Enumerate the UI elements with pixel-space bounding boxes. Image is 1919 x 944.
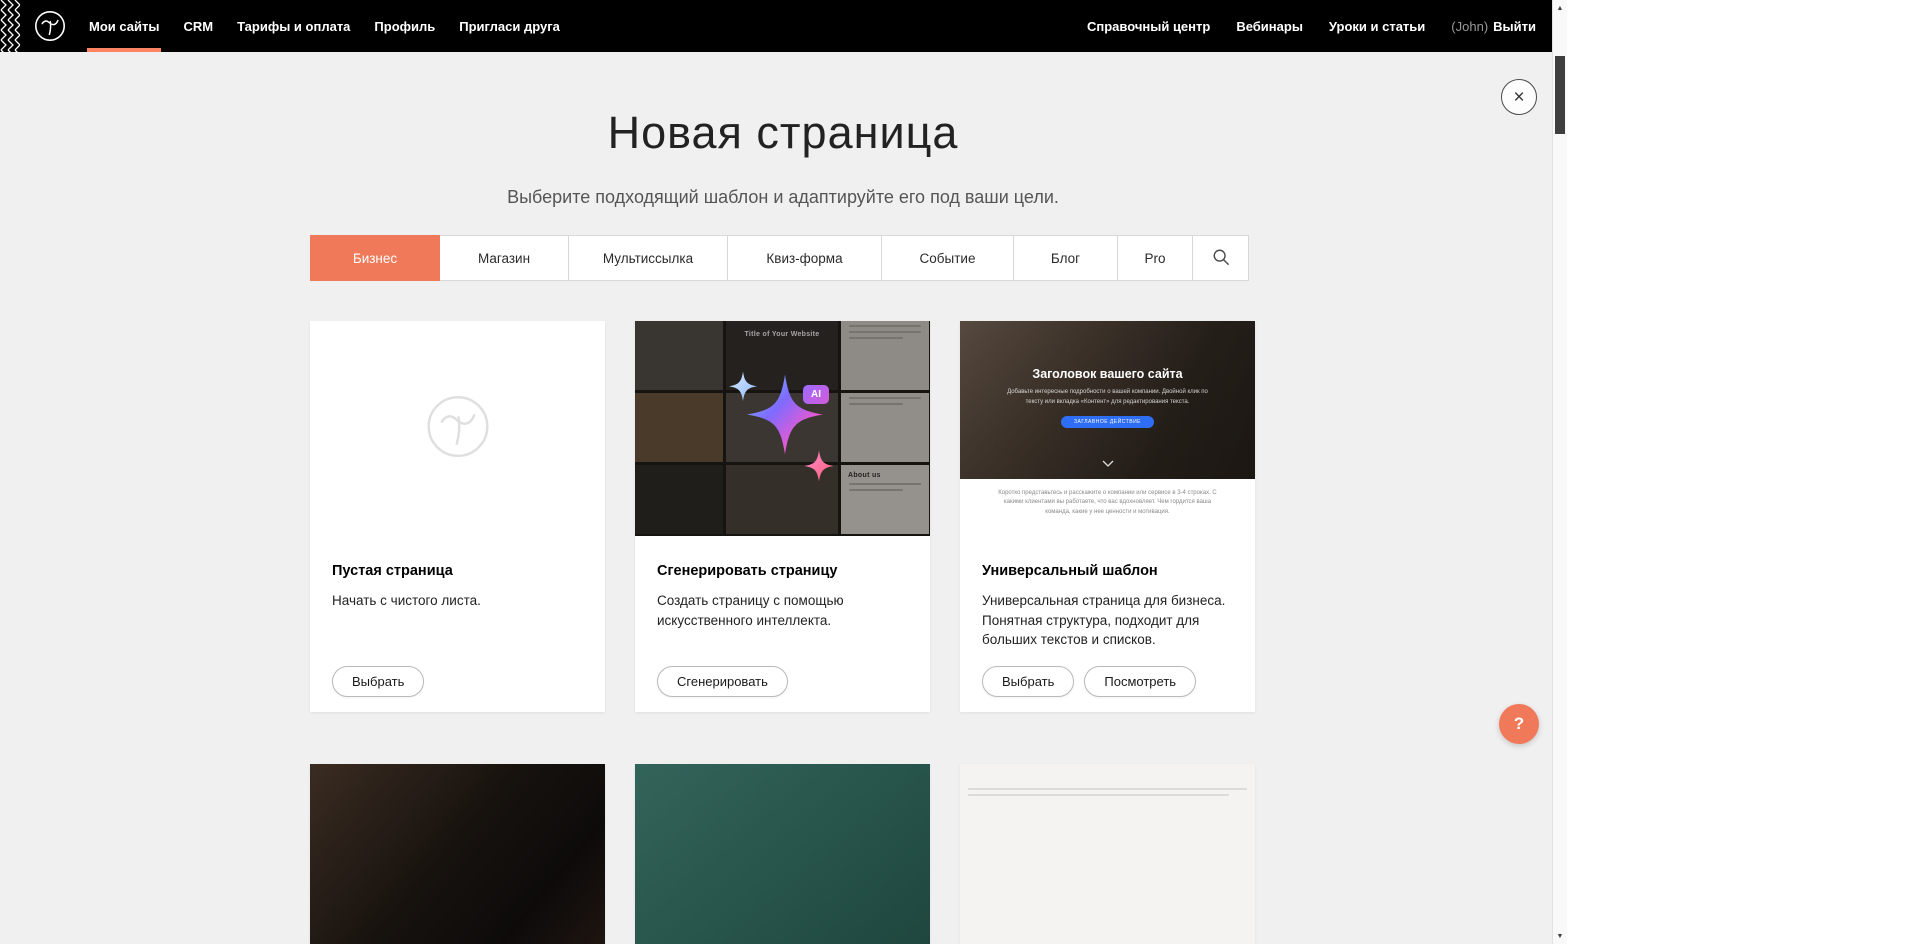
tilda-logo-icon[interactable] xyxy=(34,10,66,42)
tab-multilink[interactable]: Мультиссылка xyxy=(568,235,728,281)
nav-logout[interactable]: (John) Выйти xyxy=(1451,0,1536,52)
tilda-zigzag-pattern-icon xyxy=(0,0,20,52)
close-icon: × xyxy=(1513,88,1524,107)
page-scrollbar[interactable]: ▲ ▼ xyxy=(1552,0,1567,944)
card-body: Универсальный шаблон Универсальная стран… xyxy=(960,536,1255,650)
ai-card-image: Title of Your Website xyxy=(635,321,930,536)
logout-label: Выйти xyxy=(1493,19,1536,34)
main-nav: Мои сайты CRM Тарифы и оплата Профиль Пр… xyxy=(89,0,560,52)
ai-sparkle-icon xyxy=(713,356,853,501)
new-page-dialog: × Новая страница Выберите подходящий шаб… xyxy=(0,52,1552,944)
preview-subtitle: Добавьте интересные подробности о вашей … xyxy=(998,388,1216,407)
scrollbar-down-arrow[interactable]: ▼ xyxy=(1553,929,1567,943)
scrollbar-thumb[interactable] xyxy=(1555,56,1565,134)
template-card-partial-3[interactable] xyxy=(960,764,1255,944)
preview-body-text: Коротко представьтесь и расскажите о ком… xyxy=(960,479,1255,517)
ai-badge: AI xyxy=(803,385,829,404)
tab-search[interactable] xyxy=(1192,235,1249,281)
nav-profile[interactable]: Профиль xyxy=(374,0,435,52)
nav-crm[interactable]: CRM xyxy=(183,0,213,52)
preview-title: Заголовок вашего сайта xyxy=(960,321,1255,381)
close-dialog-button[interactable]: × xyxy=(1501,79,1537,115)
template-card-blank[interactable]: Пустая страница Начать с чистого листа. … xyxy=(310,321,605,712)
template-grid: Пустая страница Начать с чистого листа. … xyxy=(310,321,1256,944)
scrollbar-up-arrow[interactable]: ▲ xyxy=(1553,1,1567,15)
tab-pro[interactable]: Pro xyxy=(1117,235,1193,281)
dialog-inner: Новая страница Выберите подходящий шабло… xyxy=(310,52,1256,944)
template-preview-hero: Заголовок вашего сайта Добавьте интересн… xyxy=(960,321,1255,479)
nav-webinars[interactable]: Вебинары xyxy=(1236,0,1303,52)
preview-cta-button: Заглавное действие xyxy=(1061,416,1154,428)
template-image-teal xyxy=(635,764,930,944)
card-actions: Сгенерировать xyxy=(657,666,788,697)
card-actions: Выбрать Посмотреть xyxy=(982,666,1196,697)
preview-button[interactable]: Посмотреть xyxy=(1084,666,1196,697)
generate-button[interactable]: Сгенерировать xyxy=(657,666,788,697)
browser-viewport: Мои сайты CRM Тарифы и оплата Профиль Пр… xyxy=(0,0,1552,944)
secondary-nav: Справочный центр Вебинары Уроки и статьи… xyxy=(1087,0,1552,52)
card-body: Пустая страница Начать с чистого листа. xyxy=(310,536,605,611)
template-preview-body: Коротко представьтесь и расскажите о ком… xyxy=(960,479,1255,536)
card-description: Универсальная страница для бизнеса. Поня… xyxy=(982,591,1227,650)
template-image-dark xyxy=(310,764,605,944)
tab-event[interactable]: Событие xyxy=(881,235,1014,281)
card-description: Создать страницу с помощью искусственног… xyxy=(657,591,902,630)
template-card-partial-2[interactable] xyxy=(635,764,930,944)
template-card-universal[interactable]: Заголовок вашего сайта Добавьте интересн… xyxy=(960,321,1255,712)
card-actions: Выбрать xyxy=(332,666,424,697)
card-title: Универсальный шаблон xyxy=(982,563,1233,579)
template-card-partial-1[interactable] xyxy=(310,764,605,944)
page-title: Новая страница xyxy=(310,110,1256,155)
nav-pricing[interactable]: Тарифы и оплата xyxy=(237,0,350,52)
tab-quiz-form[interactable]: Квиз-форма xyxy=(727,235,882,281)
tab-business[interactable]: Бизнес xyxy=(310,235,440,281)
template-card-ai-generate[interactable]: Title of Your Website xyxy=(635,321,930,712)
question-mark-icon: ? xyxy=(1514,714,1524,734)
choose-button[interactable]: Выбрать xyxy=(982,666,1074,697)
top-navbar: Мои сайты CRM Тарифы и оплата Профиль Пр… xyxy=(0,0,1552,52)
user-name: (John) xyxy=(1451,19,1488,34)
help-chat-button[interactable]: ? xyxy=(1499,704,1539,744)
skeleton-line xyxy=(968,788,1247,790)
universal-card-image: Заголовок вашего сайта Добавьте интересн… xyxy=(960,321,1255,536)
blank-card-image xyxy=(310,321,605,536)
template-category-tabs: Бизнес Магазин Мультиссылка Квиз-форма С… xyxy=(310,235,1256,281)
tab-blog[interactable]: Блог xyxy=(1013,235,1118,281)
nav-invite-friend[interactable]: Пригласи друга xyxy=(459,0,560,52)
card-title: Пустая страница xyxy=(332,563,583,579)
card-description: Начать с чистого листа. xyxy=(332,591,577,611)
nav-lessons-articles[interactable]: Уроки и статьи xyxy=(1329,0,1425,52)
nav-help-center[interactable]: Справочный центр xyxy=(1087,0,1210,52)
search-icon xyxy=(1212,248,1230,269)
chevron-down-icon xyxy=(1102,454,1114,472)
page-subtitle: Выберите подходящий шаблон и адаптируйте… xyxy=(310,187,1256,208)
choose-button[interactable]: Выбрать xyxy=(332,666,424,697)
card-body: Сгенерировать страницу Создать страницу … xyxy=(635,536,930,630)
nav-my-sites[interactable]: Мои сайты xyxy=(89,0,159,52)
template-image-light xyxy=(960,764,1255,944)
tilda-watermark-icon xyxy=(425,393,491,464)
card-title: Сгенерировать страницу xyxy=(657,563,908,579)
skeleton-line xyxy=(968,794,1229,796)
tab-store[interactable]: Магазин xyxy=(439,235,569,281)
